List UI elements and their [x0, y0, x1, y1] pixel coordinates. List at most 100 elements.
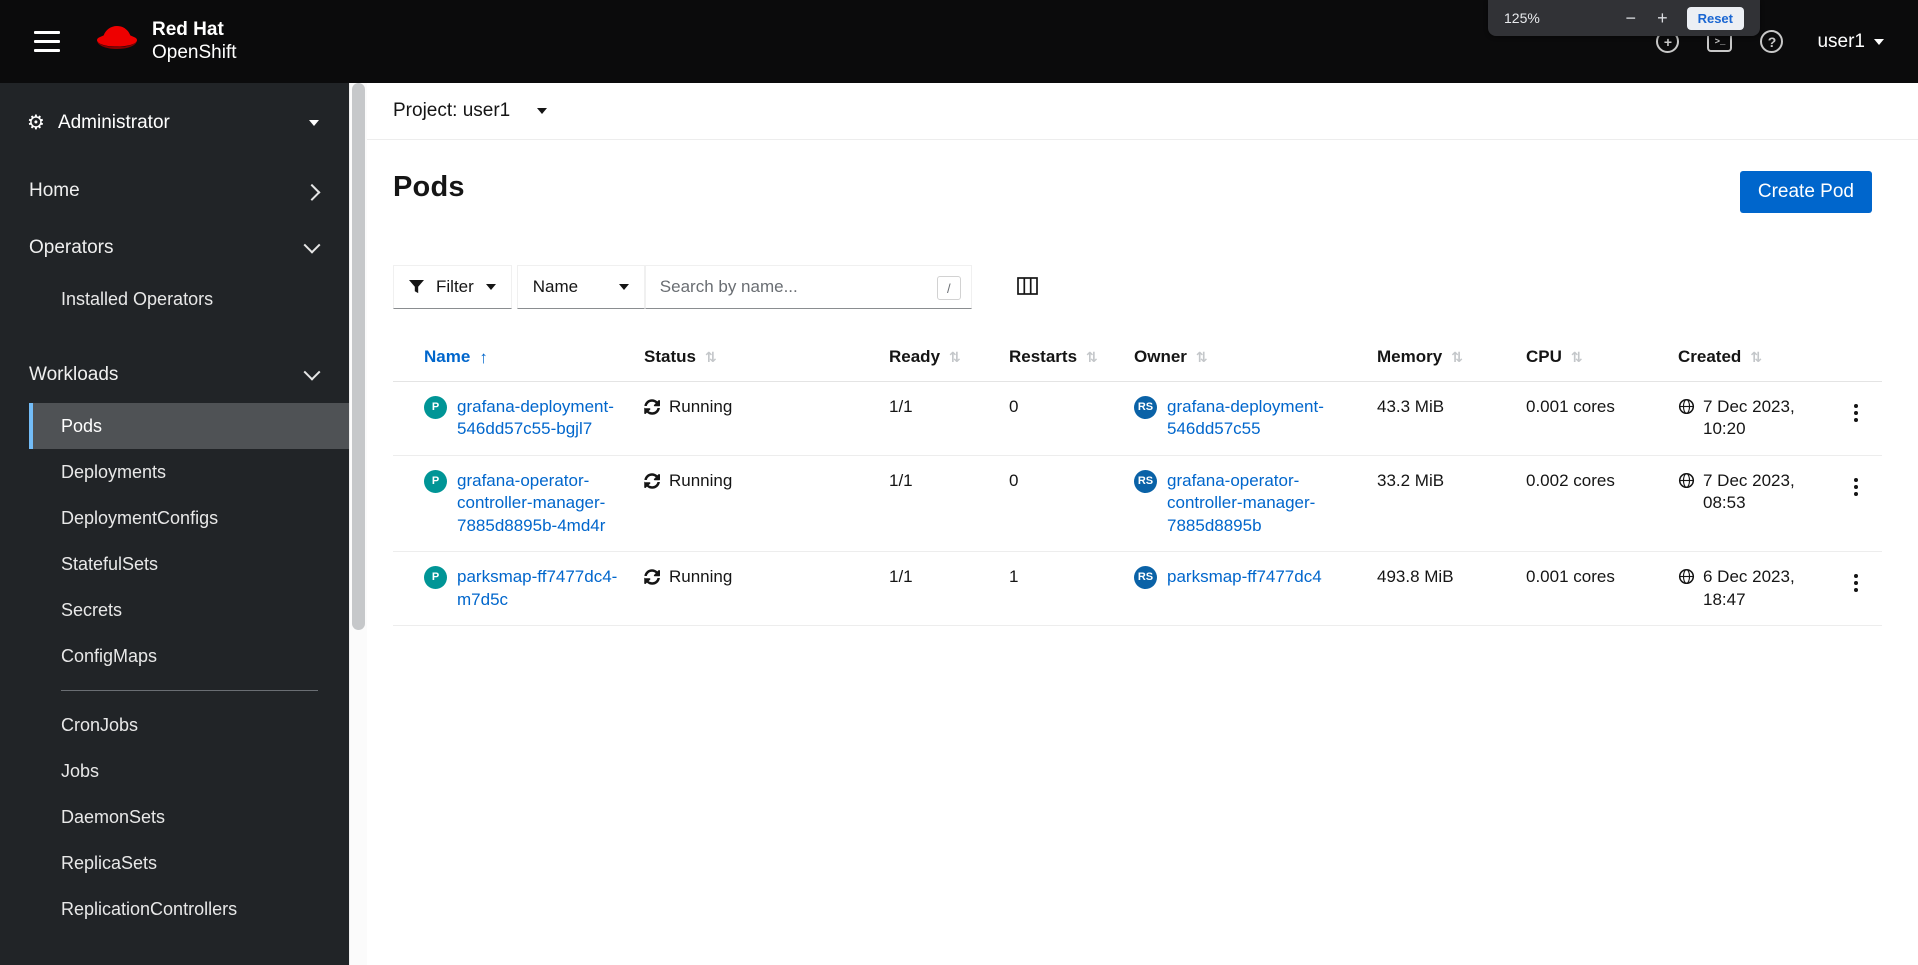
sidebar-scrollbar[interactable] — [349, 83, 367, 965]
column-header-restarts[interactable]: Restarts ⇅ — [1009, 335, 1134, 382]
caret-down-icon — [618, 284, 629, 290]
brand[interactable]: Red Hat OpenShift — [94, 19, 237, 64]
sidebar-section-workloads[interactable]: Workloads — [0, 346, 349, 403]
owner-link[interactable]: parksmap-ff7477dc4 — [1167, 566, 1322, 589]
create-pod-button[interactable]: Create Pod — [1739, 171, 1872, 213]
sidebar-item-label: Home — [29, 179, 80, 201]
sidebar-item-deploymentconfigs[interactable]: DeploymentConfigs — [29, 495, 349, 541]
sort-icon: ⇅ — [949, 349, 961, 365]
nav-toggle-button[interactable] — [28, 25, 66, 58]
project-selector-label: Project: user1 — [393, 100, 511, 121]
ready-cell: 1/1 — [889, 455, 1009, 553]
column-header-owner[interactable]: Owner ⇅ — [1134, 335, 1377, 382]
sidebar-item-configmaps[interactable]: ConfigMaps — [29, 633, 349, 679]
pod-badge: P — [424, 469, 447, 493]
pod-link[interactable]: parksmap-ff7477dc4-m7d5c — [457, 566, 634, 611]
sort-asc-icon: ↑ — [479, 347, 488, 367]
caret-down-icon — [309, 119, 319, 126]
replicaset-badge: RS — [1134, 469, 1157, 493]
cpu-cell: 0.001 cores — [1526, 551, 1678, 627]
filter-icon — [409, 279, 424, 293]
search-input[interactable] — [644, 265, 972, 309]
owner-link[interactable]: grafana-operator-controller-manager-7885… — [1167, 470, 1367, 537]
zoom-level: 125% — [1504, 10, 1540, 26]
ready-cell: 1/1 — [889, 381, 1009, 456]
user-menu-label: user1 — [1817, 30, 1865, 52]
caret-down-icon — [537, 108, 548, 114]
redhat-logo — [94, 22, 140, 61]
sidebar-item-replicationcontrollers[interactable]: ReplicationControllers — [29, 886, 349, 932]
column-header-created[interactable]: Created ⇅ — [1678, 335, 1846, 382]
row-kebab-menu[interactable] — [1846, 398, 1866, 428]
ready-cell: 1/1 — [889, 551, 1009, 627]
sidebar-item-home[interactable]: Home — [0, 162, 349, 219]
row-kebab-menu[interactable] — [1846, 568, 1866, 598]
sidebar-item-daemonsets[interactable]: DaemonSets — [29, 794, 349, 840]
column-header-name[interactable]: Name ↑ — [393, 335, 644, 382]
restarts-cell: 1 — [1009, 551, 1134, 627]
brand-line-1: Red Hat — [152, 19, 224, 41]
zoom-in-button[interactable]: + — [1655, 9, 1670, 27]
page-title: Pods — [393, 171, 465, 203]
table-header-row: Name ↑ Status ⇅ Ready ⇅ Restarts ⇅ Owner ⇅ Me… — [393, 335, 1882, 382]
column-header-cpu[interactable]: CPU ⇅ — [1526, 335, 1678, 382]
sidebar-item-statefulsets[interactable]: StatefulSets — [29, 541, 349, 587]
sidebar-item-pods[interactable]: Pods — [29, 403, 349, 449]
restarts-cell: 0 — [1009, 381, 1134, 456]
table-row: P grafana-operator-controller-manager-78… — [393, 455, 1882, 553]
sort-icon: ⇅ — [1451, 349, 1463, 365]
created-text: 7 Dec 2023, 10:20 — [1703, 397, 1795, 439]
sync-icon — [644, 473, 660, 489]
sidebar-item-jobs[interactable]: Jobs — [29, 748, 349, 794]
sidebar-item-cronjobs[interactable]: CronJobs — [29, 702, 349, 748]
columns-icon — [1016, 276, 1038, 295]
sidebar-section-operators[interactable]: Operators — [0, 219, 349, 276]
status-text: Running — [669, 567, 733, 587]
column-header-ready[interactable]: Ready ⇅ — [889, 335, 1009, 382]
memory-cell: 33.2 MiB — [1377, 455, 1526, 553]
replicaset-badge: RS — [1134, 396, 1157, 419]
sync-icon — [644, 399, 660, 415]
timestamp-globe-icon — [1678, 472, 1695, 488]
row-kebab-menu[interactable] — [1846, 472, 1866, 502]
filter-dropdown[interactable]: Filter — [393, 265, 512, 309]
attribute-dropdown[interactable]: Name — [516, 265, 645, 309]
chevron-right-icon — [303, 183, 321, 201]
sidebar-item-replicasets[interactable]: ReplicaSets — [29, 840, 349, 886]
scrollbar-thumb[interactable] — [352, 83, 365, 630]
pod-link[interactable]: grafana-operator-controller-manager-7885… — [457, 470, 634, 537]
column-header-status[interactable]: Status ⇅ — [644, 335, 889, 382]
timestamp-globe-icon — [1678, 398, 1695, 415]
sidebar-item-installed-operators[interactable]: Installed Operators — [29, 276, 349, 322]
filter-dropdown-label: Filter — [436, 277, 474, 296]
main-content: Project: user1 Pods Create Pod Filter Na… — [367, 83, 1918, 965]
chevron-down-icon — [1874, 38, 1884, 45]
sync-icon — [644, 569, 660, 585]
sidebar-item-deployments[interactable]: Deployments — [29, 449, 349, 495]
user-menu[interactable]: user1 — [1811, 30, 1890, 54]
help-icon[interactable]: ? — [1760, 30, 1784, 53]
pod-link[interactable]: grafana-deployment-546dd57c55-bgjl7 — [457, 396, 634, 441]
sidebar-nav: ⚙ Administrator Home Operators Installed… — [0, 83, 349, 965]
column-header-memory[interactable]: Memory ⇅ — [1377, 335, 1526, 382]
status-text: Running — [669, 470, 733, 490]
sort-icon: ⇅ — [1750, 349, 1763, 365]
table-row: P grafana-deployment-546dd57c55-bgjl7 Ru… — [393, 381, 1882, 456]
perspective-switcher[interactable]: ⚙ Administrator — [0, 83, 349, 156]
perspective-label: Administrator — [57, 111, 170, 133]
table-row: P parksmap-ff7477dc4-m7d5c Running 1/1 1… — [393, 551, 1882, 627]
timestamp-globe-icon — [1678, 569, 1695, 585]
zoom-out-button[interactable]: − — [1624, 9, 1639, 27]
memory-cell: 493.8 MiB — [1377, 551, 1526, 627]
project-selector[interactable]: Project: user1 — [367, 83, 1918, 140]
sidebar-section-label: Operators — [29, 236, 114, 258]
owner-link[interactable]: grafana-deployment-546dd57c55 — [1167, 396, 1367, 441]
zoom-reset-button[interactable]: Reset — [1686, 6, 1744, 30]
created-text: 6 Dec 2023, 18:47 — [1703, 567, 1795, 609]
sidebar-item-secrets[interactable]: Secrets — [29, 587, 349, 633]
sort-icon: ⇅ — [704, 349, 717, 365]
attribute-dropdown-label: Name — [532, 277, 579, 296]
brand-text: Red Hat OpenShift — [152, 19, 237, 64]
column-management-button[interactable] — [1012, 272, 1043, 303]
browser-zoom-popup: 125% − + Reset — [1488, 0, 1760, 36]
